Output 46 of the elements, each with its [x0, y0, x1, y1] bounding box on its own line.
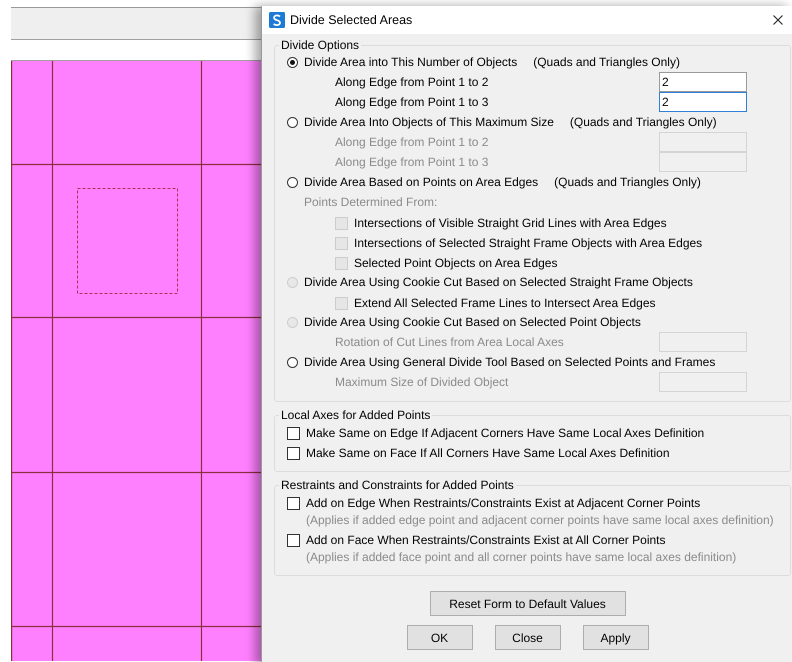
- dialog-button[interactable]: Close: [494, 625, 560, 650]
- radio-button[interactable]: [287, 176, 298, 188]
- option-label: Divide Area Using Cookie Cut Based on Selected Straight Frame Objects: [304, 275, 693, 289]
- checkbox-label: Selected Point Objects on Area Edges: [354, 256, 558, 270]
- field-label: Rotation of Cut Lines from Area Local Axes: [335, 335, 565, 349]
- radio-button[interactable]: [287, 356, 298, 368]
- group-title: Local Axes for Added Points: [280, 408, 432, 422]
- checkbox[interactable]: [287, 534, 300, 547]
- checkbox-label: Make Same on Face If All Corners Have Same Local Axes Definition: [306, 446, 670, 460]
- radio-button[interactable]: [287, 56, 298, 68]
- field-label: Along Edge from Point 1 to 2: [335, 135, 490, 149]
- option-note: (Quads and Triangles Only): [554, 175, 701, 189]
- checkbox[interactable]: [287, 497, 300, 510]
- checkbox-label: Extend All Selected Frame Lines to Intersect Area Edges: [354, 296, 656, 310]
- caption-text: Points Determined From:: [303, 194, 438, 211]
- option-label: Divide Area Based on Points on Area Edges: [304, 175, 538, 189]
- checkbox[interactable]: [287, 427, 300, 440]
- option-label: Divide Area Using Cookie Cut Based on Selected Point Objects: [304, 315, 641, 329]
- dialog-button[interactable]: OK: [406, 625, 472, 650]
- field-label: Maximum Size of Divided Object: [335, 375, 510, 389]
- dialog-button[interactable]: Apply: [582, 625, 648, 650]
- group-title: Restraints and Constraints for Added Points: [280, 478, 515, 492]
- number-field[interactable]: 2: [659, 92, 747, 112]
- number-field[interactable]: 2: [659, 72, 747, 92]
- option-label: Divide Area Using General Divide Tool Based on Selected Points and Frames: [304, 355, 716, 369]
- checkbox-label: Intersections of Visible Straight Grid Lines with Area Edges: [354, 216, 667, 230]
- option-note: (Quads and Triangles Only): [570, 115, 717, 129]
- checkbox-label: Make Same on Edge If Adjacent Corners Have Same Local Axes Definition: [306, 426, 704, 440]
- group-title: Divide Options: [280, 38, 360, 52]
- dialog-title: Divide Selected Areas: [290, 13, 414, 27]
- checkbox-label: Add on Edge When Restraints/Constraints Exist at Adjacent Corner Points: [306, 496, 702, 510]
- hint-text: (Applies if added edge point and adjacent corner points have same local axes definition): [306, 513, 774, 527]
- field-label: Along Edge from Point 1 to 3: [335, 155, 490, 169]
- field-label: Along Edge from Point 1 to 2: [335, 75, 490, 89]
- option-note: (Quads and Triangles Only): [533, 55, 680, 69]
- reset-button[interactable]: Reset Form to Default Values: [430, 591, 626, 616]
- close-icon[interactable]: [773, 15, 783, 25]
- option-label: Divide Area Into Objects of This Maximum Size: [304, 115, 554, 129]
- hint-text: (Applies if added face point and all corner points have same local axes definition): [306, 550, 736, 564]
- option-label: Divide Area into This Number of Objects: [304, 55, 518, 69]
- checkbox-label: Add on Face When Restraints/Constraints Exist at All Corner Points: [306, 533, 666, 547]
- checkbox[interactable]: [287, 447, 300, 460]
- radio-button[interactable]: [287, 116, 298, 128]
- field-label: Along Edge from Point 1 to 3: [335, 95, 490, 109]
- checkbox-label: Intersections of Selected Straight Frame Objects with Area Edges: [354, 236, 702, 250]
- app-icon: [269, 12, 285, 28]
